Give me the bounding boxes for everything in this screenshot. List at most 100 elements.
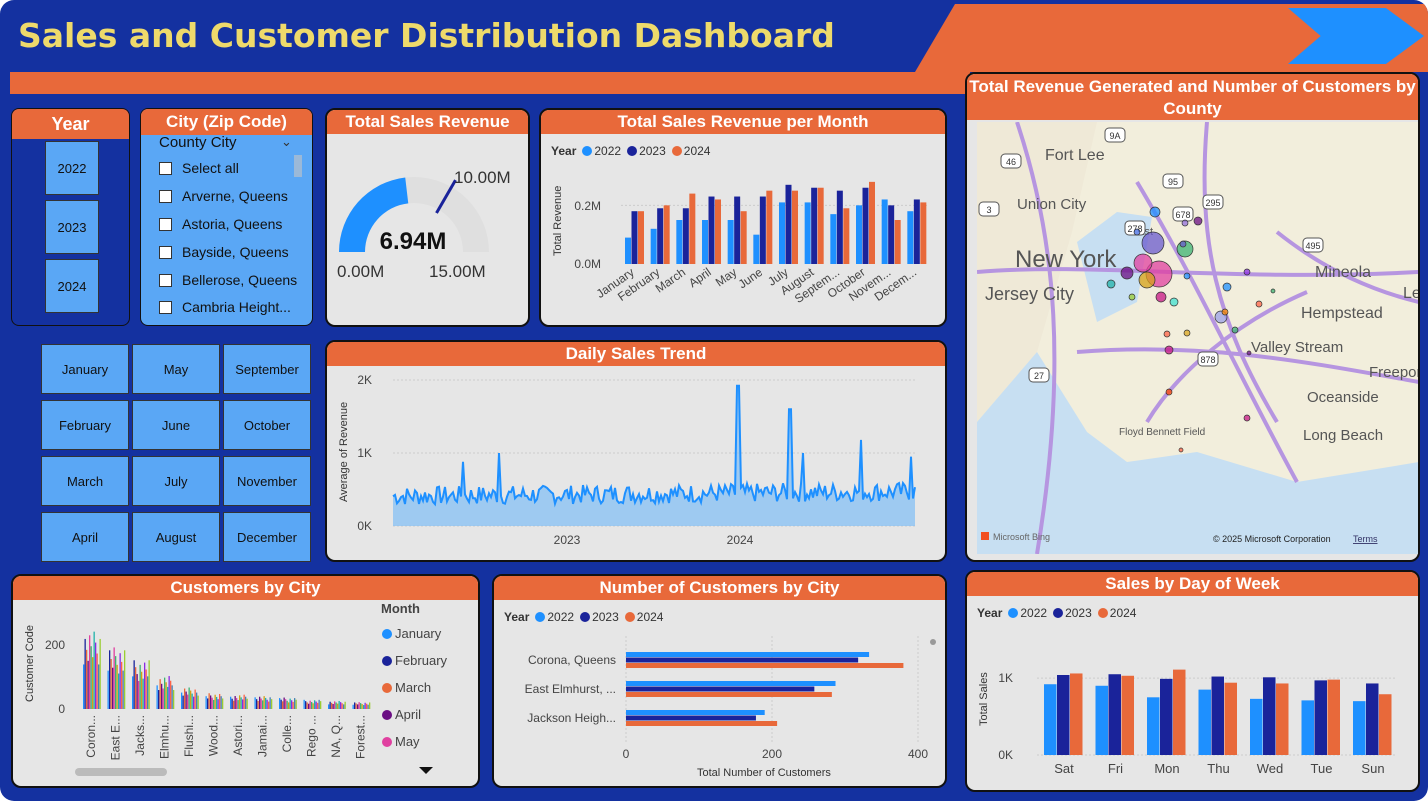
x-axis-label: Total Number of Customers xyxy=(697,767,831,779)
month-option-march[interactable]: March xyxy=(41,456,129,506)
terms-link[interactable]: Terms xyxy=(1353,534,1378,544)
x-tick-label: Colle... xyxy=(280,715,294,752)
route-shield-label: 295 xyxy=(1205,198,1220,208)
city-item[interactable]: Astoria, Queens xyxy=(159,216,282,232)
bar xyxy=(254,697,256,709)
checkbox[interactable] xyxy=(159,162,172,175)
bar xyxy=(196,692,198,709)
bar xyxy=(626,710,765,715)
map-label: Oceanside xyxy=(1307,389,1379,406)
y-tick-label: East Elmhurst, ... xyxy=(525,682,616,696)
month-option-november[interactable]: November xyxy=(223,456,311,506)
year-option-2024[interactable]: 2024 xyxy=(45,259,99,313)
x-tick-label: Fri xyxy=(1108,761,1123,776)
bar xyxy=(317,702,319,709)
county-bubble xyxy=(1120,266,1134,280)
horizontal-scrollbar[interactable] xyxy=(75,768,167,776)
x-tick-label: Rego ... xyxy=(305,715,319,757)
year-option-2023[interactable]: 2023 xyxy=(45,200,99,254)
county-bubble xyxy=(1106,279,1116,289)
map-label: Freepor xyxy=(1369,364,1419,381)
month-option-july[interactable]: July xyxy=(132,456,220,506)
bar xyxy=(182,695,184,709)
customers-bar-title: Number of Customers by City xyxy=(494,576,945,600)
bar xyxy=(288,702,290,709)
bar xyxy=(1379,694,1392,755)
city-item[interactable]: Select all xyxy=(159,160,239,176)
daily-trend-card: Daily Sales Trend Average of Revenue 0K … xyxy=(325,340,947,562)
bar xyxy=(830,214,837,264)
year-option-2022[interactable]: 2022 xyxy=(45,141,99,195)
bar xyxy=(158,690,160,709)
bar xyxy=(1108,674,1121,755)
gauge-value: 6.94M xyxy=(380,228,447,255)
month-option-december[interactable]: December xyxy=(223,512,311,562)
bar xyxy=(312,703,314,709)
month-option-january[interactable]: January xyxy=(41,344,129,394)
x-tick-label: Jamai... xyxy=(256,715,270,757)
month-option-february[interactable]: February xyxy=(41,400,129,450)
bar xyxy=(869,181,875,264)
county-bubble xyxy=(1149,206,1161,218)
bar xyxy=(1263,677,1276,755)
city-item[interactable]: Bayside, Queens xyxy=(159,244,289,260)
month-option-august[interactable]: August xyxy=(132,512,220,562)
map-view[interactable]: Fort Lee Union City New York Jersey City Min… xyxy=(977,122,1419,554)
monthly-revenue-title: Total Sales Revenue per Month xyxy=(541,110,945,134)
bar xyxy=(843,208,850,264)
county-bubble xyxy=(1128,293,1136,301)
city-item[interactable]: Bellerose, Queens xyxy=(159,272,297,288)
bar xyxy=(311,701,313,709)
bar xyxy=(811,187,818,264)
bar xyxy=(1121,675,1134,755)
bar xyxy=(280,699,282,709)
chevron-down-icon[interactable]: ⌄ xyxy=(281,134,292,150)
checkbox[interactable] xyxy=(159,301,172,314)
month-option-may[interactable]: May xyxy=(132,344,220,394)
map-canvas[interactable]: Fort Lee Union City New York Jersey City Min… xyxy=(977,122,1419,554)
weekday-legend: Year 2022 2023 2024 xyxy=(977,606,1137,620)
x-tick-label: 2023 xyxy=(554,533,581,547)
dashboard: Sales and Customer Distribution Dashboar… xyxy=(0,0,1428,801)
month-option-april[interactable]: April xyxy=(41,512,129,562)
bar xyxy=(208,693,210,709)
x-tick-label: Elmhu... xyxy=(158,715,172,759)
map-label: Le xyxy=(1403,285,1419,302)
bar xyxy=(309,700,311,709)
bar xyxy=(337,703,339,709)
x-tick-label: Jacks... xyxy=(133,715,147,756)
route-shield-label: 27 xyxy=(1034,371,1044,381)
bar xyxy=(1366,683,1379,755)
bar xyxy=(320,701,322,709)
checkbox[interactable] xyxy=(159,190,172,203)
city-item[interactable]: Arverne, Queens xyxy=(159,188,288,204)
bar xyxy=(193,696,195,709)
month-option-september[interactable]: September xyxy=(223,344,311,394)
bar xyxy=(366,703,368,709)
y-tick-label: 2K xyxy=(357,373,372,387)
county-bubble xyxy=(1141,231,1165,255)
bar xyxy=(331,702,333,709)
scrollbar[interactable] xyxy=(294,155,302,177)
checkbox[interactable] xyxy=(159,246,172,259)
bar xyxy=(907,211,914,264)
y-tick-label: 1K xyxy=(357,446,372,460)
scroll-indicator[interactable] xyxy=(930,639,936,645)
monthly-chart: Total Revenue 0.0M 0.2M JanuaryFebruaryM… xyxy=(552,181,929,306)
bar xyxy=(170,680,172,709)
month-option-june[interactable]: June xyxy=(132,400,220,450)
bar xyxy=(357,704,359,709)
scroll-down-icon[interactable] xyxy=(419,767,433,774)
county-bubble xyxy=(1222,282,1232,292)
month-option-october[interactable]: October xyxy=(223,400,311,450)
bar xyxy=(631,211,638,264)
route-shield-label: 678 xyxy=(1175,210,1190,220)
city-item[interactable]: Cambria Height... xyxy=(159,299,291,315)
bar xyxy=(122,670,124,709)
x-tick-label: March xyxy=(653,265,688,296)
bar xyxy=(1070,673,1083,755)
checkbox[interactable] xyxy=(159,274,172,287)
checkbox[interactable] xyxy=(159,218,172,231)
bar xyxy=(271,699,273,709)
header-underline xyxy=(10,72,970,94)
